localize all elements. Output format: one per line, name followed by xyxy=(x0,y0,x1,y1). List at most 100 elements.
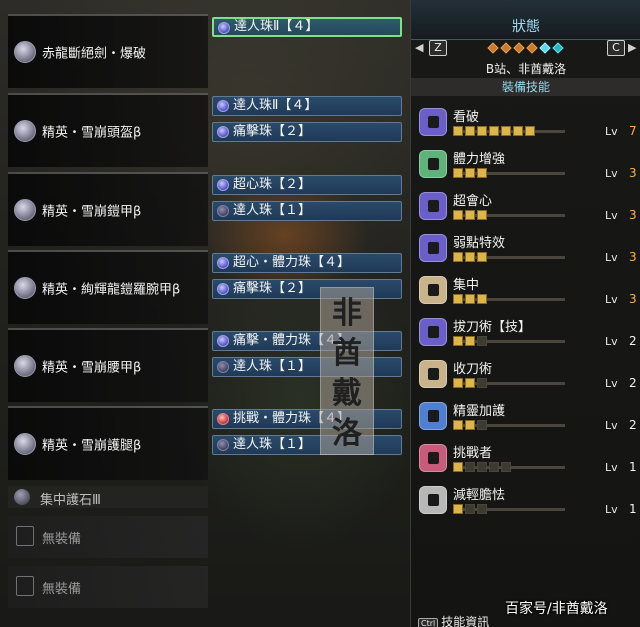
watermark-char: 戴 xyxy=(332,376,362,411)
prev-page-key[interactable]: Z xyxy=(429,40,447,56)
decoration-gem-icon xyxy=(217,413,229,425)
decoration-gem-icon xyxy=(218,22,230,34)
skill-icon xyxy=(419,360,447,388)
page-nav: ◀ Z C ▶ xyxy=(411,40,640,58)
empty-equip-row[interactable]: 無裝備 xyxy=(8,516,208,558)
equip-name: 精英・雪崩護腿β xyxy=(42,438,142,454)
charm-row[interactable]: 集中護石Ⅲ xyxy=(8,486,208,508)
skill-icon xyxy=(419,318,447,346)
skill-level-pip xyxy=(453,294,463,304)
skill-row[interactable]: 挑戰者 Lv 1 xyxy=(417,440,639,478)
deco-slot[interactable]: 達人珠【１】 xyxy=(212,201,402,221)
skill-level-value: 2 xyxy=(629,334,637,348)
page-indicator xyxy=(487,42,577,54)
skill-level-pip xyxy=(453,252,463,262)
waist-armor-icon xyxy=(14,355,36,377)
deco-label: 達人珠Ⅱ【４】 xyxy=(234,19,319,34)
decoration-gem-icon xyxy=(217,439,229,451)
skill-icon xyxy=(419,402,447,430)
tool-icon xyxy=(16,576,34,596)
skill-row[interactable]: 體力增強 Lv 3 xyxy=(417,146,639,184)
skill-level-pip xyxy=(501,126,511,136)
skill-level-pip xyxy=(477,126,487,136)
skill-level-pip xyxy=(477,210,487,220)
skill-row[interactable]: 看破 Lv 7 xyxy=(417,104,639,142)
skill-level-pip xyxy=(489,126,499,136)
skill-level-pip xyxy=(513,126,523,136)
section-header: 裝備技能 xyxy=(411,78,640,96)
deco-label: 達人珠【１】 xyxy=(233,437,312,452)
equip-row-head[interactable]: 精英・雪崩頭盔β xyxy=(8,93,208,167)
skill-level-pip xyxy=(465,126,475,136)
skill-icon xyxy=(419,444,447,472)
deco-slot[interactable]: 達人珠Ⅱ【４】 xyxy=(212,96,402,116)
equip-name: 精英・雪崩鎧甲β xyxy=(42,204,142,220)
skill-level-pip xyxy=(453,336,463,346)
skill-level-pip xyxy=(453,420,463,430)
skill-level-value: 3 xyxy=(629,250,637,264)
skill-row[interactable]: 超會心 Lv 3 xyxy=(417,188,639,226)
skill-name: 減輕膽怯 xyxy=(453,488,506,503)
skill-row[interactable]: 拔刀術【技】 Lv 2 xyxy=(417,314,639,352)
skill-level-pip xyxy=(489,462,499,472)
tool-icon xyxy=(16,526,34,546)
skill-name: 拔刀術【技】 xyxy=(453,320,532,335)
deco-slot[interactable]: 超心・體力珠【４】 xyxy=(212,253,402,273)
page-dot xyxy=(552,42,564,54)
skill-row[interactable]: 弱點特效 Lv 3 xyxy=(417,230,639,268)
equip-row-arms[interactable]: 精英・絢輝龍鎧羅腕甲β xyxy=(8,250,208,324)
equip-name: 精英・雪崩腰甲β xyxy=(42,360,142,376)
decoration-gem-icon xyxy=(217,179,229,191)
watermark-stamp: 非 酋 戴 洛 xyxy=(320,287,374,455)
skill-row[interactable]: 精靈加護 Lv 2 xyxy=(417,398,639,436)
skill-level-pip xyxy=(465,504,475,514)
watermark-char: 酋 xyxy=(332,336,362,371)
skill-level-pip xyxy=(453,126,463,136)
equip-name: 赤龍斷絕劍・爆破 xyxy=(42,46,147,62)
skill-info-label: 技能資訊 xyxy=(441,615,490,627)
empty-equip-row[interactable]: 無裝備 xyxy=(8,566,208,608)
level-label: Lv xyxy=(605,461,618,474)
status-title: 狀態 xyxy=(512,19,540,35)
deco-slot[interactable]: 達人珠Ⅱ【４】 xyxy=(212,17,402,37)
skill-row[interactable]: 集中 Lv 3 xyxy=(417,272,639,310)
skill-info-hint[interactable]: Ctrl 技能資訊 xyxy=(418,613,489,627)
page-dot xyxy=(500,42,512,54)
skill-level-value: 3 xyxy=(629,208,637,222)
skill-level-pip xyxy=(453,462,463,472)
skill-row[interactable]: 減輕膽怯 Lv 1 xyxy=(417,482,639,520)
skill-level-pip xyxy=(465,420,475,430)
deco-slot[interactable]: 超心珠【２】 xyxy=(212,175,402,195)
skill-icon xyxy=(419,192,447,220)
deco-label: 達人珠【１】 xyxy=(233,359,312,374)
deco-label: 痛擊珠【２】 xyxy=(233,124,312,139)
next-page-key[interactable]: C xyxy=(607,40,625,56)
equip-row-weapon[interactable]: 赤龍斷絕劍・爆破 xyxy=(8,14,208,88)
skill-level-pip xyxy=(465,294,475,304)
page-dot xyxy=(513,42,525,54)
equip-row-waist[interactable]: 精英・雪崩腰甲β xyxy=(8,328,208,402)
skill-level-pip xyxy=(477,504,487,514)
empty-label: 無裝備 xyxy=(42,582,82,597)
deco-slot[interactable]: 痛擊珠【２】 xyxy=(212,122,402,142)
skill-level-value: 3 xyxy=(629,292,637,306)
equip-row-chest[interactable]: 精英・雪崩鎧甲β xyxy=(8,172,208,246)
page-dot xyxy=(526,42,538,54)
status-panel: 狀態 ◀ Z C ▶ B站、非酋戴洛 裝備技能 看破 Lv 7 體力增強 Lv 3 超會心 L… xyxy=(410,0,640,627)
skill-level-pip xyxy=(525,126,535,136)
skill-name: 看破 xyxy=(453,110,480,125)
deco-label: 超心珠【２】 xyxy=(233,177,312,192)
decoration-gem-icon xyxy=(217,257,229,269)
empty-label: 無裝備 xyxy=(42,532,82,547)
deco-label: 超心・體力珠【４】 xyxy=(233,255,351,270)
skill-level-pip xyxy=(465,168,475,178)
watermark-char: 非 xyxy=(332,296,362,331)
skill-level-value: 2 xyxy=(629,376,637,390)
skill-level-pip xyxy=(477,168,487,178)
equip-row-legs[interactable]: 精英・雪崩護腿β xyxy=(8,406,208,480)
watermark-text: 百家号/非酋戴洛 xyxy=(505,601,608,617)
skill-row[interactable]: 收刀術 Lv 2 xyxy=(417,356,639,394)
skill-level-value: 3 xyxy=(629,166,637,180)
skill-level-pip xyxy=(501,462,511,472)
level-label: Lv xyxy=(605,293,618,306)
